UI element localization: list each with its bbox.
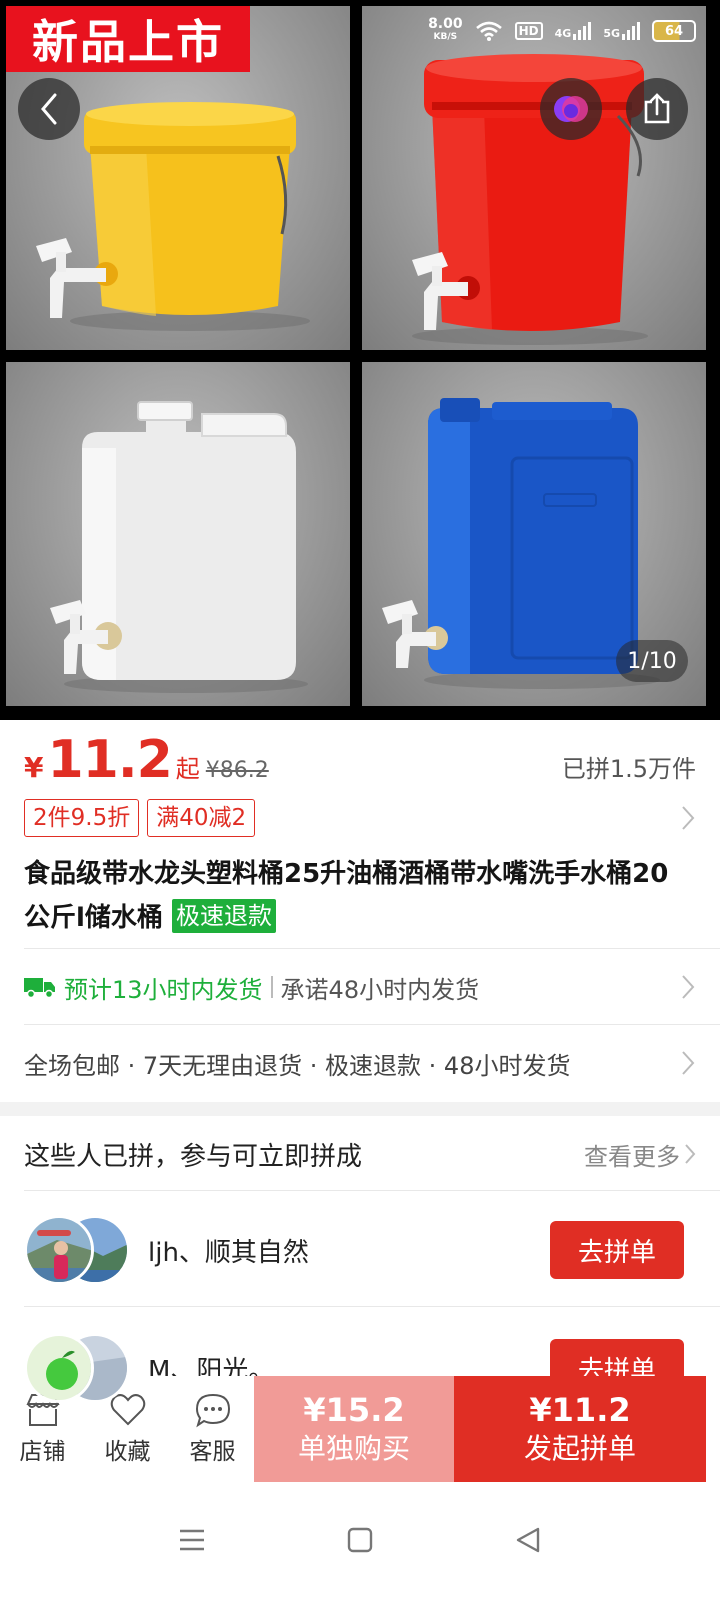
new-arrival-tag: 新品上市 bbox=[6, 6, 250, 72]
solo-price: ¥15.2 bbox=[303, 1391, 405, 1429]
status-bar: 8.00 KB/S HD 4G 5G 64 bbox=[428, 14, 696, 48]
network-speed: 8.00 KB/S bbox=[428, 16, 463, 42]
chevron-left-icon bbox=[41, 93, 57, 125]
store-label: 店铺 bbox=[19, 1439, 66, 1465]
hd-icon: HD bbox=[514, 22, 543, 40]
menu-nav-button[interactable] bbox=[172, 1520, 212, 1560]
service-guarantees-row[interactable]: 全场包邮 · 7天无理由退货 · 极速退款 · 48小时发货 bbox=[24, 1036, 696, 1090]
divider bbox=[24, 1190, 720, 1191]
square-home-icon bbox=[347, 1527, 373, 1553]
group-member-names: ljh、顺其自然 bbox=[148, 1237, 309, 1268]
group-row[interactable]: ljh、顺其自然 去拼单 bbox=[24, 1202, 684, 1298]
divider bbox=[24, 1024, 720, 1025]
ship-estimate: 预计13小时内发货 bbox=[64, 975, 263, 1004]
coupon-threshold[interactable]: 满40减2 bbox=[147, 799, 256, 837]
price-from-label: 起 bbox=[175, 755, 200, 783]
truck-icon bbox=[24, 978, 55, 999]
home-nav-button[interactable] bbox=[340, 1520, 380, 1560]
image-page-counter: 1/10 bbox=[616, 640, 688, 682]
group-price: 11.2 bbox=[47, 730, 172, 790]
back-button[interactable] bbox=[18, 78, 80, 140]
product-title-text: 食品级带水龙头塑料桶25升油桶酒桶带水嘴洗手水桶20公斤l储水桶 bbox=[24, 859, 669, 933]
sold-count: 已拼1.5万件 bbox=[561, 755, 696, 783]
solo-label: 单独购买 bbox=[297, 1432, 410, 1465]
divider bbox=[24, 1306, 720, 1307]
divider bbox=[24, 948, 720, 949]
coupon-discount[interactable]: 2件9.5折 bbox=[24, 799, 140, 837]
price-row: ¥ 11.2 起 ¥86.2 已拼1.5万件 bbox=[24, 730, 696, 790]
chevron-right-icon bbox=[682, 975, 695, 999]
favorite-label: 收藏 bbox=[104, 1439, 151, 1465]
fast-refund-badge: 极速退款 bbox=[171, 899, 276, 933]
section-gap bbox=[0, 1102, 720, 1116]
wifi-icon bbox=[475, 21, 502, 41]
start-group-buy-button[interactable]: ¥11.2 发起拼单 bbox=[454, 1376, 706, 1482]
chevron-right-icon bbox=[685, 1144, 696, 1164]
see-more-link[interactable]: 查看更多 bbox=[584, 1137, 696, 1172]
original-price: ¥86.2 bbox=[205, 758, 269, 783]
see-more-label: 查看更多 bbox=[584, 1142, 680, 1171]
avatar-stack bbox=[24, 1213, 136, 1287]
assistant-orb-button[interactable] bbox=[540, 78, 602, 140]
avatar bbox=[24, 1333, 94, 1403]
service-guarantees: 全场包邮 · 7天无理由退货 · 极速退款 · 48小时发货 bbox=[24, 1051, 571, 1080]
group-buy-price: ¥11.2 bbox=[529, 1391, 631, 1429]
battery-icon: 64 bbox=[652, 20, 696, 42]
customer-service-button[interactable]: 客服 bbox=[170, 1376, 255, 1482]
chevron-right-icon bbox=[682, 1051, 695, 1075]
group-buy-heading: 这些人已拼，参与可立即拼成 bbox=[24, 1141, 363, 1172]
product-gallery[interactable]: 新品上市 8.00 KB/S HD 4G 5G 64 1/10 bbox=[0, 0, 720, 720]
ship-promise: 承诺48小时内发货 bbox=[280, 975, 480, 1004]
share-icon bbox=[644, 93, 670, 124]
customer-service-label: 客服 bbox=[189, 1439, 236, 1465]
triangle-back-icon bbox=[516, 1527, 540, 1553]
product-title: 食品级带水龙头塑料桶25升油桶酒桶带水嘴洗手水桶20公斤l储水桶 极速退款 bbox=[24, 852, 694, 940]
avatar bbox=[24, 1215, 94, 1285]
share-button[interactable] bbox=[626, 78, 688, 140]
signal-5g-icon: 5G bbox=[603, 22, 640, 40]
price-currency: ¥ bbox=[24, 751, 44, 784]
chevron-right-icon bbox=[682, 806, 695, 830]
shipping-row[interactable]: 预计13小时内发货 承诺48小时内发货 bbox=[24, 960, 696, 1014]
heart-icon bbox=[110, 1394, 145, 1426]
coupon-row[interactable]: 2件9.5折 满40减2 bbox=[24, 798, 696, 838]
product-image-red-bucket[interactable] bbox=[362, 6, 706, 350]
menu-icon bbox=[180, 1529, 204, 1551]
group-buy-header: 这些人已拼，参与可立即拼成 查看更多 bbox=[24, 1126, 696, 1182]
chat-bubble-icon bbox=[195, 1393, 230, 1428]
separator bbox=[270, 976, 273, 998]
join-group-button[interactable]: 去拼单 bbox=[550, 1221, 684, 1279]
system-nav-bar bbox=[0, 1482, 720, 1600]
buy-alone-button[interactable]: ¥15.2 单独购买 bbox=[254, 1376, 454, 1482]
signal-4g-icon: 4G bbox=[555, 22, 592, 40]
back-nav-button[interactable] bbox=[508, 1520, 548, 1560]
group-buy-label: 发起拼单 bbox=[523, 1432, 636, 1465]
orb-icon bbox=[554, 96, 588, 122]
product-image-white-jerrycan[interactable] bbox=[6, 362, 350, 706]
